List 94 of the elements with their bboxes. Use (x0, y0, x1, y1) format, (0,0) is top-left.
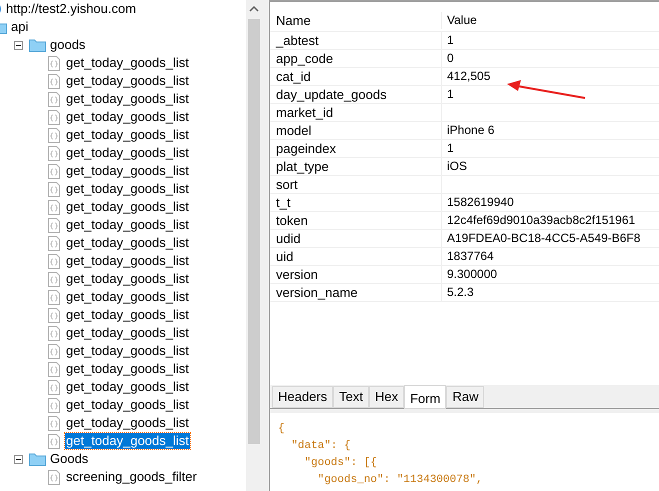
table-cell-text: 1 (446, 86, 454, 103)
column-header: Value (446, 12, 477, 29)
tree-item[interactable]: goods (49, 37, 86, 53)
file-icon (48, 128, 60, 142)
table-cell: market_id (270, 104, 442, 121)
tab[interactable]: Raw (446, 386, 484, 408)
table-cell: plat_type (270, 158, 442, 175)
tree-item[interactable]: get_today_goods_list (65, 325, 190, 341)
table-cell: _abtest (270, 32, 442, 49)
code-line: { (278, 422, 286, 437)
tree-item[interactable]: get_today_goods_list (65, 289, 190, 305)
file-icon (48, 380, 60, 394)
file-icon (48, 290, 60, 304)
table-cell-text: 1 (446, 140, 454, 157)
table-cell-text: 9.300000 (446, 266, 498, 283)
table-cell-text: iPhone 6 (446, 122, 494, 139)
collapse-toggle[interactable] (14, 40, 23, 50)
table-cell: version_name (270, 284, 442, 301)
file-icon (48, 326, 60, 340)
tree-item[interactable]: get_today_goods_list (65, 145, 190, 161)
tree-item[interactable]: get_today_goods_list (65, 217, 190, 233)
tree-item[interactable]: get_today_goods_list (65, 163, 190, 179)
tree-item[interactable]: get_today_goods_list (65, 91, 190, 107)
code-line: "goods_no": "1134300078", (316, 473, 484, 488)
file-icon (48, 398, 60, 412)
table-cell-text: 5.2.3 (446, 284, 474, 301)
table-cell: sort (270, 176, 442, 193)
table-cell: token (270, 212, 442, 229)
table-cell-text: iOS (446, 158, 468, 175)
file-icon (48, 92, 60, 106)
file-icon (48, 218, 60, 232)
tree-item[interactable]: screening_goods_filter (65, 469, 198, 485)
column-header: Name (270, 12, 442, 29)
table-cell: cat_id (270, 68, 442, 85)
tab[interactable]: Form (404, 385, 446, 409)
tree-item[interactable]: Goods (49, 451, 90, 467)
tree-item[interactable]: get_today_goods_list (65, 109, 190, 125)
table-cell: pageindex (270, 140, 442, 157)
table-cell-text: 0 (446, 50, 454, 67)
table-cell: app_code (270, 50, 442, 67)
collapse-toggle[interactable] (14, 454, 23, 464)
tree-item[interactable]: get_today_goods_list (65, 235, 190, 251)
tree-item[interactable]: get_today_goods_list (65, 343, 190, 359)
table-cell-text: 1582619940 (446, 194, 514, 211)
tab[interactable]: Text (333, 386, 369, 408)
file-icon (48, 272, 60, 286)
folder-icon (29, 38, 46, 52)
table-cell: t_t (270, 194, 442, 211)
tab[interactable]: Headers (272, 386, 334, 408)
file-icon (48, 236, 60, 250)
tree-item[interactable]: get_today_goods_list (65, 127, 190, 143)
file-icon (48, 164, 60, 178)
file-icon (48, 344, 60, 358)
code-line: "goods": [{ (303, 456, 378, 471)
tree-item[interactable]: get_today_goods_list (65, 181, 190, 197)
tree-item[interactable]: get_today_goods_list (65, 361, 190, 377)
file-icon (48, 434, 60, 448)
tree-item[interactable]: get_today_goods_list (65, 199, 190, 215)
file-icon (48, 110, 60, 124)
table-cell-text: 12c4fef69d9010a39acb8c2f151961 (446, 212, 636, 229)
file-icon (48, 470, 60, 484)
table-cell: udid (270, 230, 442, 247)
table-cell-text: 1 (446, 32, 454, 49)
table-cell: day_update_goods (270, 86, 442, 103)
file-icon (48, 362, 60, 376)
tree-item[interactable]: get_today_goods_list (65, 307, 190, 323)
tree-item[interactable]: get_today_goods_list (65, 271, 190, 287)
table-cell-text: 412,505 (446, 68, 490, 85)
file-icon (48, 56, 60, 70)
file-icon (48, 254, 60, 268)
tree-item[interactable]: get_today_goods_list (65, 397, 190, 413)
tree-item[interactable]: get_today_goods_list (65, 55, 190, 71)
table-cell: version (270, 266, 442, 283)
tree-item[interactable]: get_today_goods_list (65, 253, 190, 269)
tree-item[interactable]: get_today_goods_list (65, 379, 190, 395)
table-cell: model (270, 122, 442, 139)
file-icon (48, 182, 60, 196)
table-cell-text: A19FDEA0-BC18-4CC5-A549-B6F8 (446, 230, 640, 247)
code-line: "data": { (290, 439, 352, 454)
file-icon (48, 200, 60, 214)
table-cell-text: 1837764 (446, 248, 494, 265)
folder-icon (29, 452, 46, 466)
table-cell: uid (270, 248, 442, 265)
tree-item[interactable]: get_today_goods_list (65, 73, 190, 89)
file-icon (48, 416, 60, 430)
scrollbar-thumb[interactable] (248, 19, 260, 444)
file-icon (48, 308, 60, 322)
tree-item[interactable]: api (10, 19, 30, 35)
tree-item[interactable]: http://test2.yishou.com (5, 1, 138, 17)
tab[interactable]: Hex (368, 386, 404, 408)
file-icon (48, 146, 60, 160)
tree-item[interactable]: get_today_goods_list (65, 415, 190, 431)
tree-item[interactable]: get_today_goods_list (65, 433, 190, 449)
file-icon (48, 74, 60, 88)
